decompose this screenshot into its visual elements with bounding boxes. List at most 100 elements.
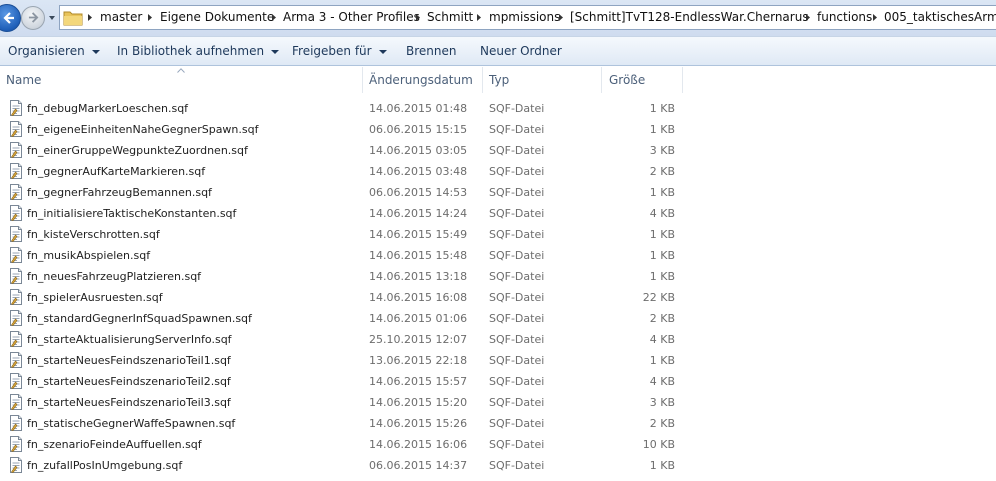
back-arrow-icon: [3, 12, 14, 24]
file-type: SQF-Datei: [489, 417, 545, 430]
file-name[interactable]: fn_einerGruppeWegpunkteZuordnen.sqf: [27, 140, 248, 161]
file-name[interactable]: fn_eigeneEinheitenNaheGegnerSpawn.sqf: [27, 119, 258, 140]
file-row[interactable]: fn_zufallPosInUmgebung.sqf 06.06.2015 14:…: [0, 455, 996, 476]
sqf-file-icon: [10, 331, 22, 347]
file-row[interactable]: fn_starteNeuesFeindszenarioTeil3.sqf 14.0…: [0, 392, 996, 413]
organize-button[interactable]: Organisieren: [8, 37, 100, 66]
burn-button[interactable]: Brennen: [406, 37, 456, 66]
column-header-date[interactable]: Änderungsdatum: [369, 67, 473, 93]
file-type: SQF-Datei: [489, 396, 545, 409]
file-type: SQF-Datei: [489, 459, 545, 472]
file-name[interactable]: fn_starteNeuesFeindszenarioTeil2.sqf: [27, 371, 231, 392]
file-name[interactable]: fn_standardGegnerInfSquadSpawnen.sqf: [27, 308, 252, 329]
breadcrumb-item[interactable]: Eigene Dokumente: [160, 6, 274, 29]
column-divider[interactable]: [601, 67, 602, 93]
file-size: 1 KB: [649, 459, 675, 472]
command-bar: Organisieren In Bibliothek aufnehmen Fre…: [0, 36, 996, 66]
breadcrumb-separator-icon[interactable]: [871, 13, 879, 22]
file-type: SQF-Datei: [489, 249, 545, 262]
breadcrumb-item[interactable]: functions: [817, 6, 872, 29]
file-row[interactable]: fn_kisteVerschrotten.sqf 14.06.2015 15:49…: [0, 224, 996, 245]
file-date: 14.06.2015 16:06: [369, 438, 468, 451]
breadcrumb-separator-icon[interactable]: [270, 13, 278, 22]
address-bar: master Eigene Dokumente Arma 3 - Other P…: [0, 0, 996, 36]
column-divider[interactable]: [482, 67, 483, 93]
file-date: 14.06.2015 03:48: [369, 165, 468, 178]
sqf-file-icon: [10, 142, 22, 158]
breadcrumb-separator-icon[interactable]: [86, 13, 94, 22]
file-row[interactable]: fn_starteAktualisierungServerInfo.sqf 25.…: [0, 329, 996, 350]
file-row[interactable]: fn_szenarioFeindeAuffuellen.sqf 14.06.201…: [0, 434, 996, 455]
breadcrumb-separator-icon[interactable]: [146, 13, 154, 22]
file-date: 14.06.2015 15:26: [369, 417, 468, 430]
file-name[interactable]: fn_szenarioFeindeAuffuellen.sqf: [27, 434, 202, 455]
column-header-type[interactable]: Typ: [489, 67, 509, 93]
back-button[interactable]: [0, 4, 21, 32]
file-type: SQF-Datei: [489, 228, 545, 241]
file-type: SQF-Datei: [489, 375, 545, 388]
file-date: 14.06.2015 01:48: [369, 102, 468, 115]
file-row[interactable]: fn_starteNeuesFeindszenarioTeil2.sqf 14.0…: [0, 371, 996, 392]
breadcrumb-item[interactable]: master: [100, 6, 142, 29]
file-name[interactable]: fn_neuesFahrzeugPlatzieren.sqf: [27, 266, 201, 287]
file-date: 14.06.2015 16:08: [369, 291, 468, 304]
file-name[interactable]: fn_musikAbspielen.sqf: [27, 245, 150, 266]
file-date: 06.06.2015 14:53: [369, 186, 468, 199]
file-name[interactable]: fn_initialisiereTaktischeKonstanten.sqf: [27, 203, 236, 224]
breadcrumb-separator-icon[interactable]: [414, 13, 422, 22]
breadcrumb-item[interactable]: 005_taktischesArma: [884, 6, 996, 29]
organize-label: Organisieren: [8, 44, 85, 58]
file-size: 1 KB: [649, 270, 675, 283]
file-name[interactable]: fn_starteNeuesFeindszenarioTeil1.sqf: [27, 350, 231, 371]
file-row[interactable]: fn_standardGegnerInfSquadSpawnen.sqf 14.0…: [0, 308, 996, 329]
file-size: 1 KB: [649, 228, 675, 241]
file-row[interactable]: fn_einerGruppeWegpunkteZuordnen.sqf 14.06…: [0, 140, 996, 161]
column-headers: Name Änderungsdatum Typ Größe: [0, 67, 996, 93]
add-to-library-button[interactable]: In Bibliothek aufnehmen: [117, 37, 280, 66]
file-name[interactable]: fn_kisteVerschrotten.sqf: [27, 224, 160, 245]
breadcrumb-item[interactable]: Schmitt: [427, 6, 473, 29]
file-row[interactable]: fn_gegnerFahrzeugBemannen.sqf 06.06.2015 …: [0, 182, 996, 203]
file-row[interactable]: fn_starteNeuesFeindszenarioTeil1.sqf 13.0…: [0, 350, 996, 371]
file-row[interactable]: fn_neuesFahrzeugPlatzieren.sqf 14.06.2015…: [0, 266, 996, 287]
breadcrumb[interactable]: master Eigene Dokumente Arma 3 - Other P…: [59, 5, 996, 30]
file-row[interactable]: fn_statischeGegnerWaffeSpawnen.sqf 14.06.…: [0, 413, 996, 434]
file-date: 14.06.2015 15:57: [369, 375, 468, 388]
file-name[interactable]: fn_debugMarkerLoeschen.sqf: [27, 98, 188, 119]
column-header-name[interactable]: Name: [6, 67, 41, 93]
sqf-file-icon: [10, 436, 22, 452]
file-name[interactable]: fn_gegnerAufKarteMarkieren.sqf: [27, 161, 205, 182]
file-name[interactable]: fn_spielerAusruesten.sqf: [27, 287, 163, 308]
sqf-file-icon: [10, 310, 22, 326]
breadcrumb-item[interactable]: [Schmitt]TvT128-EndlessWar.Chernarus: [570, 6, 809, 29]
column-divider[interactable]: [682, 67, 683, 93]
breadcrumb-item[interactable]: mpmissions: [489, 6, 560, 29]
recent-pages-chevron-icon[interactable]: [48, 14, 56, 22]
chevron-down-icon: [378, 49, 387, 54]
file-name[interactable]: fn_zufallPosInUmgebung.sqf: [27, 455, 182, 476]
sqf-file-icon: [10, 289, 22, 305]
forward-button[interactable]: [21, 6, 45, 30]
breadcrumb-separator-icon[interactable]: [475, 13, 483, 22]
file-row[interactable]: fn_eigeneEinheitenNaheGegnerSpawn.sqf 06.…: [0, 119, 996, 140]
file-size: 1 KB: [649, 102, 675, 115]
file-row[interactable]: fn_initialisiereTaktischeKonstanten.sqf 1…: [0, 203, 996, 224]
file-row[interactable]: fn_spielerAusruesten.sqf 14.06.2015 16:08…: [0, 287, 996, 308]
file-row[interactable]: fn_debugMarkerLoeschen.sqf 14.06.2015 01:…: [0, 98, 996, 119]
file-size: 3 KB: [649, 396, 675, 409]
column-header-size[interactable]: Größe: [609, 67, 645, 93]
file-row[interactable]: fn_gegnerAufKarteMarkieren.sqf 14.06.2015…: [0, 161, 996, 182]
file-row[interactable]: fn_musikAbspielen.sqf 14.06.2015 15:48 SQF…: [0, 245, 996, 266]
file-name[interactable]: fn_starteNeuesFeindszenarioTeil3.sqf: [27, 392, 231, 413]
column-divider[interactable]: [362, 67, 363, 93]
breadcrumb-item[interactable]: Arma 3 - Other Profiles: [283, 6, 420, 29]
breadcrumb-separator-icon[interactable]: [804, 13, 812, 22]
new-folder-button[interactable]: Neuer Ordner: [480, 37, 562, 66]
sqf-file-icon: [10, 352, 22, 368]
share-button[interactable]: Freigeben für: [292, 37, 387, 66]
breadcrumb-separator-icon[interactable]: [557, 13, 565, 22]
file-name[interactable]: fn_statischeGegnerWaffeSpawnen.sqf: [27, 413, 235, 434]
file-size: 10 KB: [642, 438, 675, 451]
file-name[interactable]: fn_starteAktualisierungServerInfo.sqf: [27, 329, 232, 350]
file-name[interactable]: fn_gegnerFahrzeugBemannen.sqf: [27, 182, 212, 203]
